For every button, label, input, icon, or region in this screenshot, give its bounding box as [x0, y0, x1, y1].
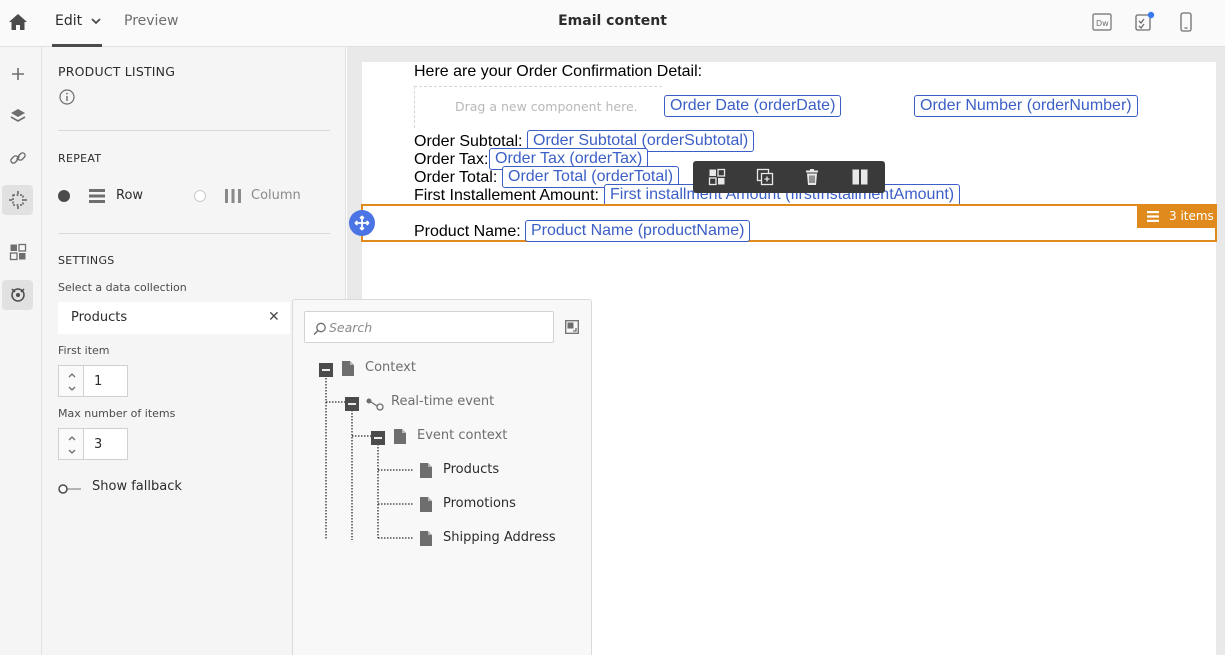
- max-items-input[interactable]: 3: [84, 428, 128, 460]
- tab-preview[interactable]: Preview: [124, 13, 179, 29]
- collapse-icon[interactable]: [371, 430, 385, 445]
- layers-icon[interactable]: [2, 101, 33, 131]
- collection-value: Products: [71, 310, 128, 325]
- document-icon: [341, 360, 355, 377]
- product-name-label: Product Name:: [414, 223, 521, 240]
- move-handle-icon[interactable]: [349, 210, 375, 236]
- tree-connectors: [325, 375, 413, 540]
- panel-title: PRODUCT LISTING: [58, 64, 176, 79]
- component-toolbar: [693, 161, 885, 193]
- components-icon[interactable]: [2, 237, 33, 267]
- heading-text[interactable]: Here are your Order Confirmation Detail:: [414, 63, 702, 81]
- stepper-arrows[interactable]: [58, 365, 84, 397]
- collapse-icon[interactable]: [345, 396, 359, 411]
- link-icon[interactable]: [2, 143, 33, 173]
- left-rail: [0, 47, 42, 655]
- collection-label: Select a data collection: [58, 281, 187, 294]
- duplicate-icon[interactable]: [754, 166, 776, 188]
- row-option-label[interactable]: Row: [116, 188, 143, 203]
- installment-label: First Installement Amount:: [414, 187, 599, 204]
- data-tree-popover: Search Context Real-time event Event con…: [292, 299, 592, 655]
- first-item-stepper[interactable]: 1: [58, 365, 128, 397]
- drop-zone[interactable]: Drag a new component here.: [414, 86, 662, 128]
- add-icon[interactable]: [2, 59, 33, 89]
- columns-icon[interactable]: [849, 166, 871, 188]
- tree-node-realtime-event[interactable]: Real-time event: [391, 394, 494, 409]
- tree-node-shipping-address[interactable]: Shipping Address: [443, 530, 556, 545]
- event-icon: [366, 396, 384, 411]
- personalization-icon[interactable]: [2, 280, 33, 310]
- stepper-arrows[interactable]: [58, 428, 84, 460]
- info-icon[interactable]: [59, 89, 75, 105]
- divider: [58, 233, 330, 234]
- chevron-down-icon[interactable]: [67, 384, 77, 394]
- collapse-icon[interactable]: [319, 362, 333, 377]
- chevron-down-icon[interactable]: [90, 13, 102, 29]
- max-items-stepper[interactable]: 3: [58, 428, 128, 460]
- mobile-preview-icon[interactable]: [1175, 11, 1197, 33]
- tree-node-event-context[interactable]: Event context: [417, 428, 507, 443]
- checklist-icon[interactable]: [1133, 11, 1155, 33]
- document-icon: [419, 530, 433, 547]
- divider: [58, 130, 330, 131]
- structure-icon[interactable]: [2, 185, 33, 215]
- fallback-label: Show fallback: [92, 479, 182, 494]
- column-radio[interactable]: [194, 190, 206, 202]
- document-icon: [393, 428, 407, 445]
- first-item-input[interactable]: 1: [84, 365, 128, 397]
- items-count: 3 items: [1169, 209, 1214, 223]
- row-radio[interactable]: [58, 190, 70, 202]
- product-name-field[interactable]: Product Name (productName): [525, 220, 751, 242]
- order-date-field[interactable]: Order Date (orderDate): [664, 95, 842, 117]
- tab-edit[interactable]: Edit: [55, 13, 82, 29]
- chevron-up-icon[interactable]: [67, 370, 77, 380]
- fallback-toggle[interactable]: [58, 480, 82, 494]
- column-option-label[interactable]: Column: [251, 188, 301, 203]
- dreamweaver-icon[interactable]: Dw: [1091, 11, 1113, 33]
- total-label: Order Total:: [414, 169, 498, 186]
- components-icon[interactable]: [706, 166, 728, 188]
- top-bar: Edit Preview Email content Dw: [0, 0, 1225, 47]
- chevron-up-icon[interactable]: [67, 433, 77, 443]
- chevron-down-icon[interactable]: [67, 447, 77, 457]
- settings-label: SETTINGS: [58, 254, 115, 267]
- max-items-label: Max number of items: [58, 407, 176, 420]
- document-icon: [419, 462, 433, 479]
- svg-text:Dw: Dw: [1096, 19, 1109, 28]
- first-item-label: First item: [58, 344, 110, 357]
- repeat-label: REPEAT: [58, 152, 102, 165]
- clear-icon[interactable]: ✕: [268, 309, 280, 325]
- order-number-field[interactable]: Order Number (orderNumber): [914, 95, 1138, 117]
- data-collection-field[interactable]: Products ✕: [58, 302, 290, 334]
- page-title: Email content: [558, 13, 667, 29]
- tree-node-products[interactable]: Products: [443, 462, 499, 477]
- tree-node-context[interactable]: Context: [365, 360, 416, 375]
- delete-icon[interactable]: [801, 166, 823, 188]
- home-icon[interactable]: [5, 9, 31, 35]
- drop-hint: Drag a new component here.: [455, 99, 638, 114]
- tree-node-promotions[interactable]: Promotions: [443, 496, 516, 511]
- row-layout-icon: [88, 188, 106, 204]
- list-icon: [1146, 210, 1160, 223]
- document-icon: [419, 496, 433, 513]
- column-layout-icon: [224, 188, 242, 204]
- tax-label: Order Tax:: [414, 151, 489, 168]
- items-badge[interactable]: 3 items: [1137, 205, 1215, 228]
